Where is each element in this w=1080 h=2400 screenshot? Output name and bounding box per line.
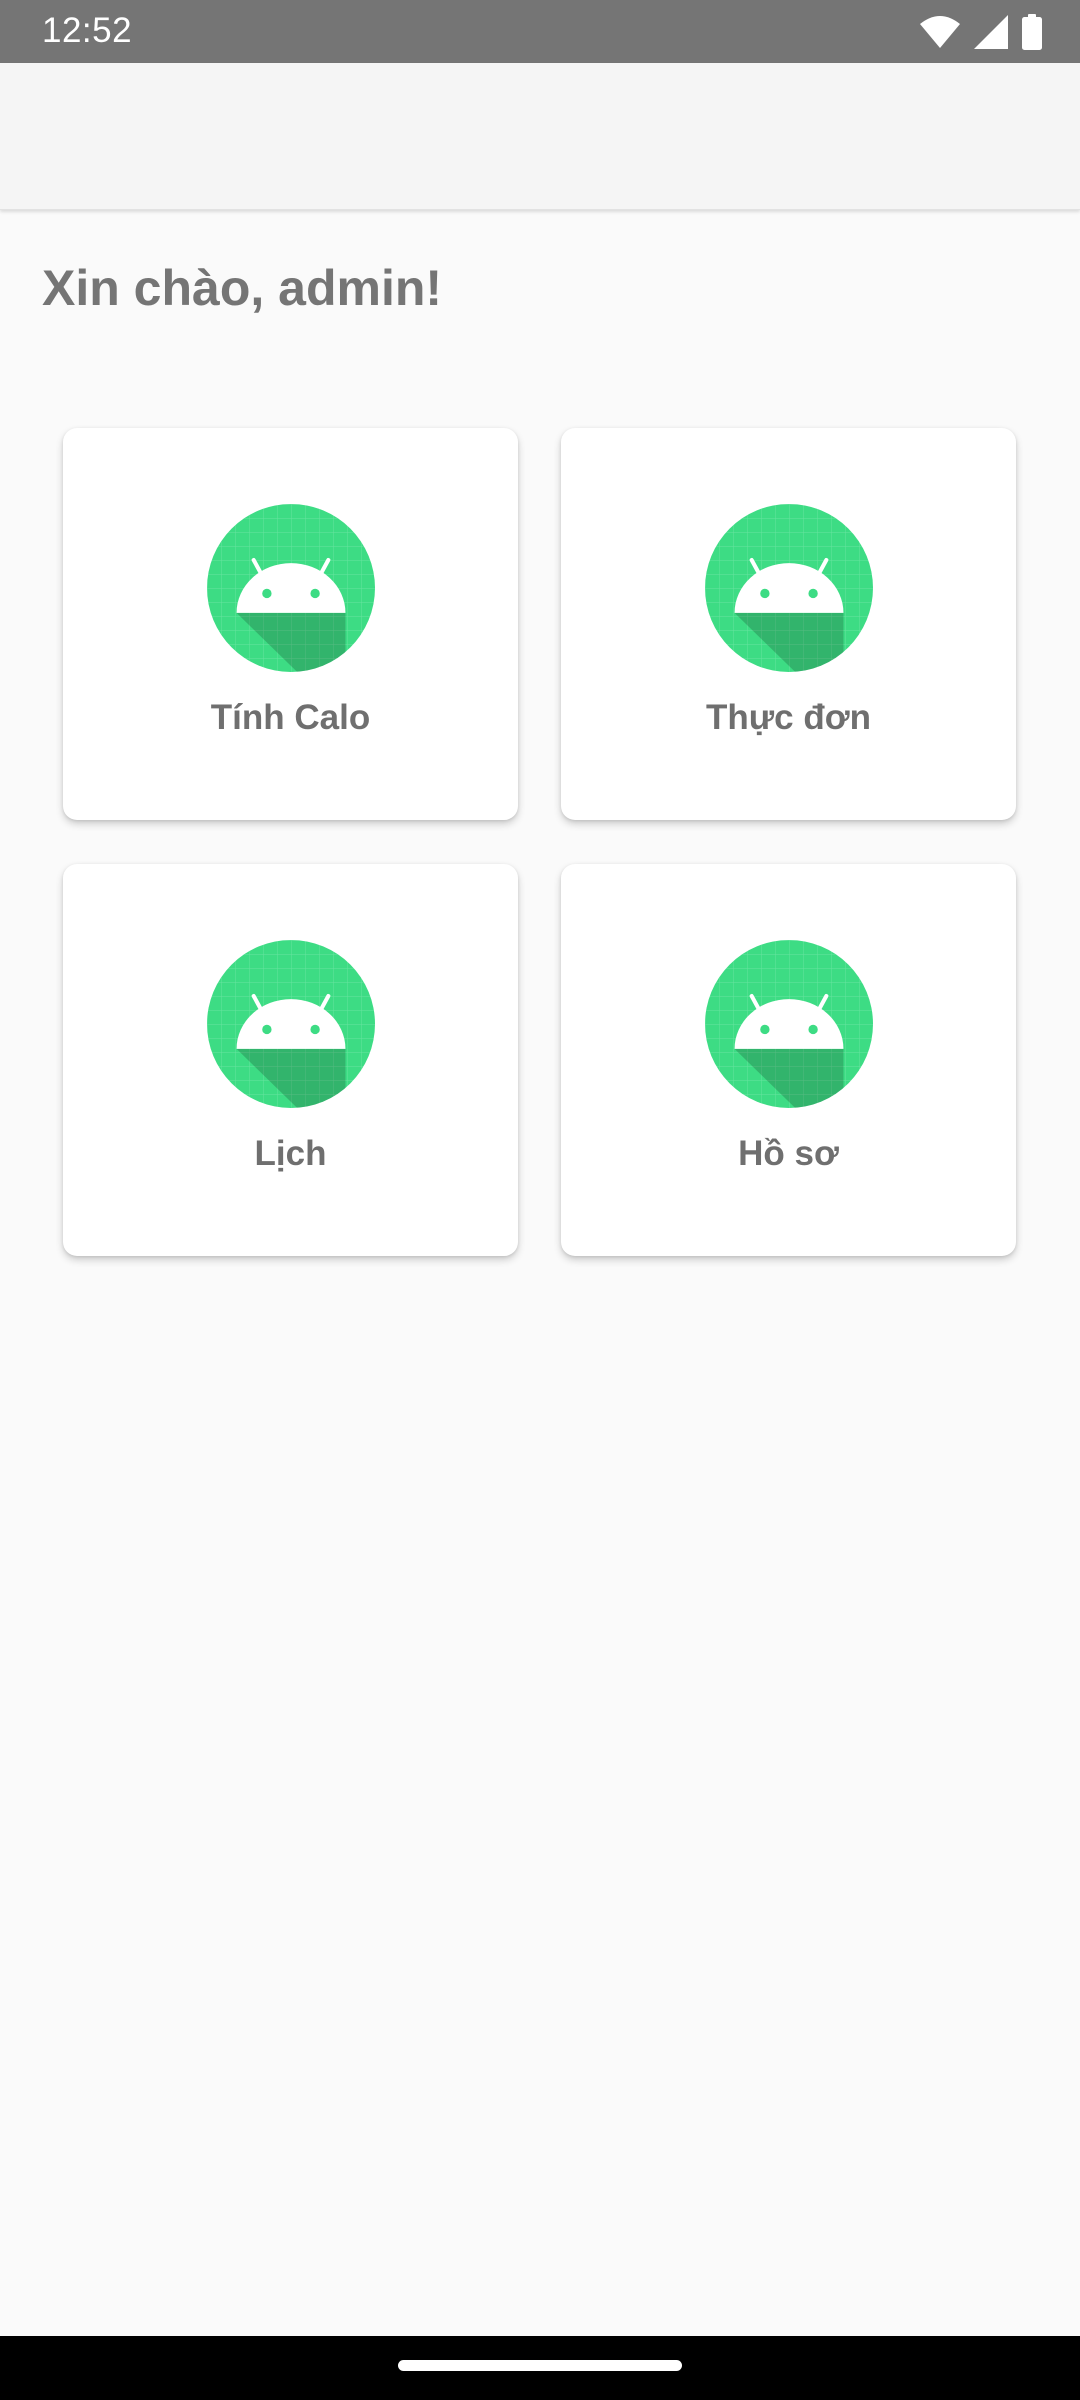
menu-card-calorie[interactable]: Tính Calo [63, 428, 518, 820]
status-icons [920, 12, 1042, 52]
wifi-icon [920, 15, 960, 49]
cellular-signal-icon [974, 15, 1008, 49]
status-time: 12:52 [42, 11, 133, 50]
status-bar: 12:52 [0, 0, 1080, 63]
navigation-bar [0, 2336, 1080, 2400]
menu-card-label: Tính Calo [210, 698, 371, 737]
menu-grid: Tính Calo Thực đơn Lịch Hồ sơ [63, 428, 1017, 1256]
menu-card-profile[interactable]: Hồ sơ [561, 864, 1016, 1256]
menu-card-label: Hồ sơ [738, 1134, 839, 1173]
battery-icon [1022, 14, 1042, 50]
android-icon [207, 940, 375, 1108]
menu-card-menu[interactable]: Thực đơn [561, 428, 1016, 820]
app-bar [0, 63, 1080, 210]
android-icon [705, 504, 873, 672]
android-icon [705, 940, 873, 1108]
home-screen: 12:52 Xin chào, admin! Tính Calo Thực đơ… [0, 0, 1080, 2400]
menu-card-label: Lịch [254, 1134, 327, 1173]
menu-card-label: Thực đơn [706, 698, 871, 737]
menu-card-calendar[interactable]: Lịch [63, 864, 518, 1256]
greeting-text: Xin chào, admin! [42, 260, 443, 316]
home-gesture-handle[interactable] [398, 2360, 682, 2371]
android-icon [207, 504, 375, 672]
